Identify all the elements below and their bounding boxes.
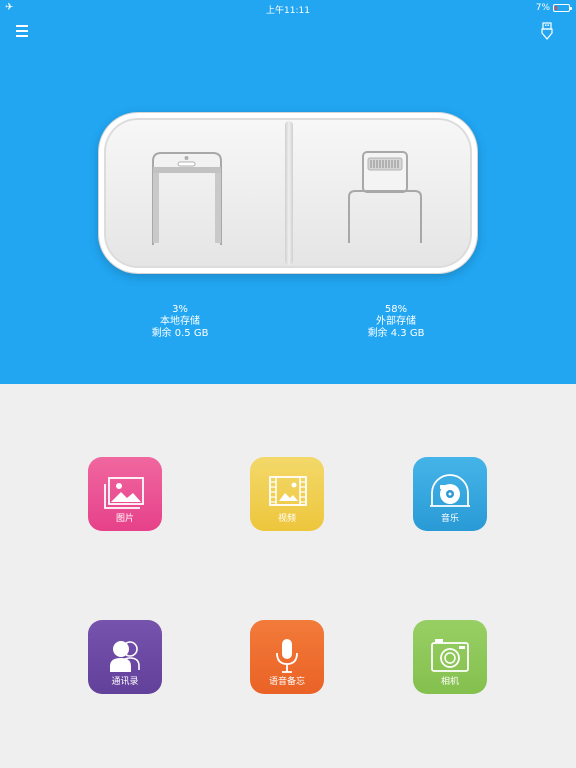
menu-button[interactable] [14, 22, 32, 38]
app-videos[interactable]: 视频 [250, 457, 324, 531]
app-camera-label: 相机 [440, 677, 459, 687]
app-music[interactable]: 音乐 [413, 457, 487, 531]
battery-icon [553, 4, 572, 12]
battery-percent: 7% [535, 3, 550, 13]
external-storage-label: 外部存储 [376, 316, 416, 327]
app-grid: 图片 视频 音乐 通讯录 语音备忘 相机 [0, 384, 576, 768]
header-panel: ✈ 上午11:11 7% 3% 本地存储 剩余 0.5 GB 58% 外部存储 … [0, 0, 576, 384]
external-storage-percent: 58% [384, 304, 408, 315]
device-divider [285, 121, 293, 265]
app-videos-label: 视频 [277, 514, 296, 524]
menu-icon [16, 25, 28, 27]
external-storage-info: 58% 外部存储 剩余 4.3 GB [326, 304, 466, 340]
phone-dock-icon [152, 152, 222, 245]
app-photos-label: 图片 [115, 514, 134, 524]
flash-drive-icon [541, 22, 553, 40]
local-storage-label: 本地存储 [160, 316, 200, 327]
eject-drive-button[interactable] [536, 20, 558, 42]
app-photos[interactable]: 图片 [88, 457, 162, 531]
local-storage-percent: 3% [172, 304, 188, 315]
local-storage-free: 剩余 0.5 GB [151, 328, 209, 339]
status-time: 上午11:11 [266, 6, 310, 16]
status-bar: ✈ 上午11:11 7% [0, 0, 576, 16]
app-camera[interactable]: 相机 [413, 620, 487, 694]
local-storage-info: 3% 本地存储 剩余 0.5 GB [110, 304, 250, 340]
app-music-label: 音乐 [440, 514, 459, 524]
lightning-connector-icon [348, 151, 422, 243]
external-storage-free: 剩余 4.3 GB [367, 328, 425, 339]
storage-device-illustration [98, 112, 478, 274]
app-voice-memo-label: 语音备忘 [268, 677, 305, 687]
app-contacts[interactable]: 通讯录 [88, 620, 162, 694]
app-contacts-label: 通讯录 [111, 677, 139, 687]
app-voice-memo[interactable]: 语音备忘 [250, 620, 324, 694]
